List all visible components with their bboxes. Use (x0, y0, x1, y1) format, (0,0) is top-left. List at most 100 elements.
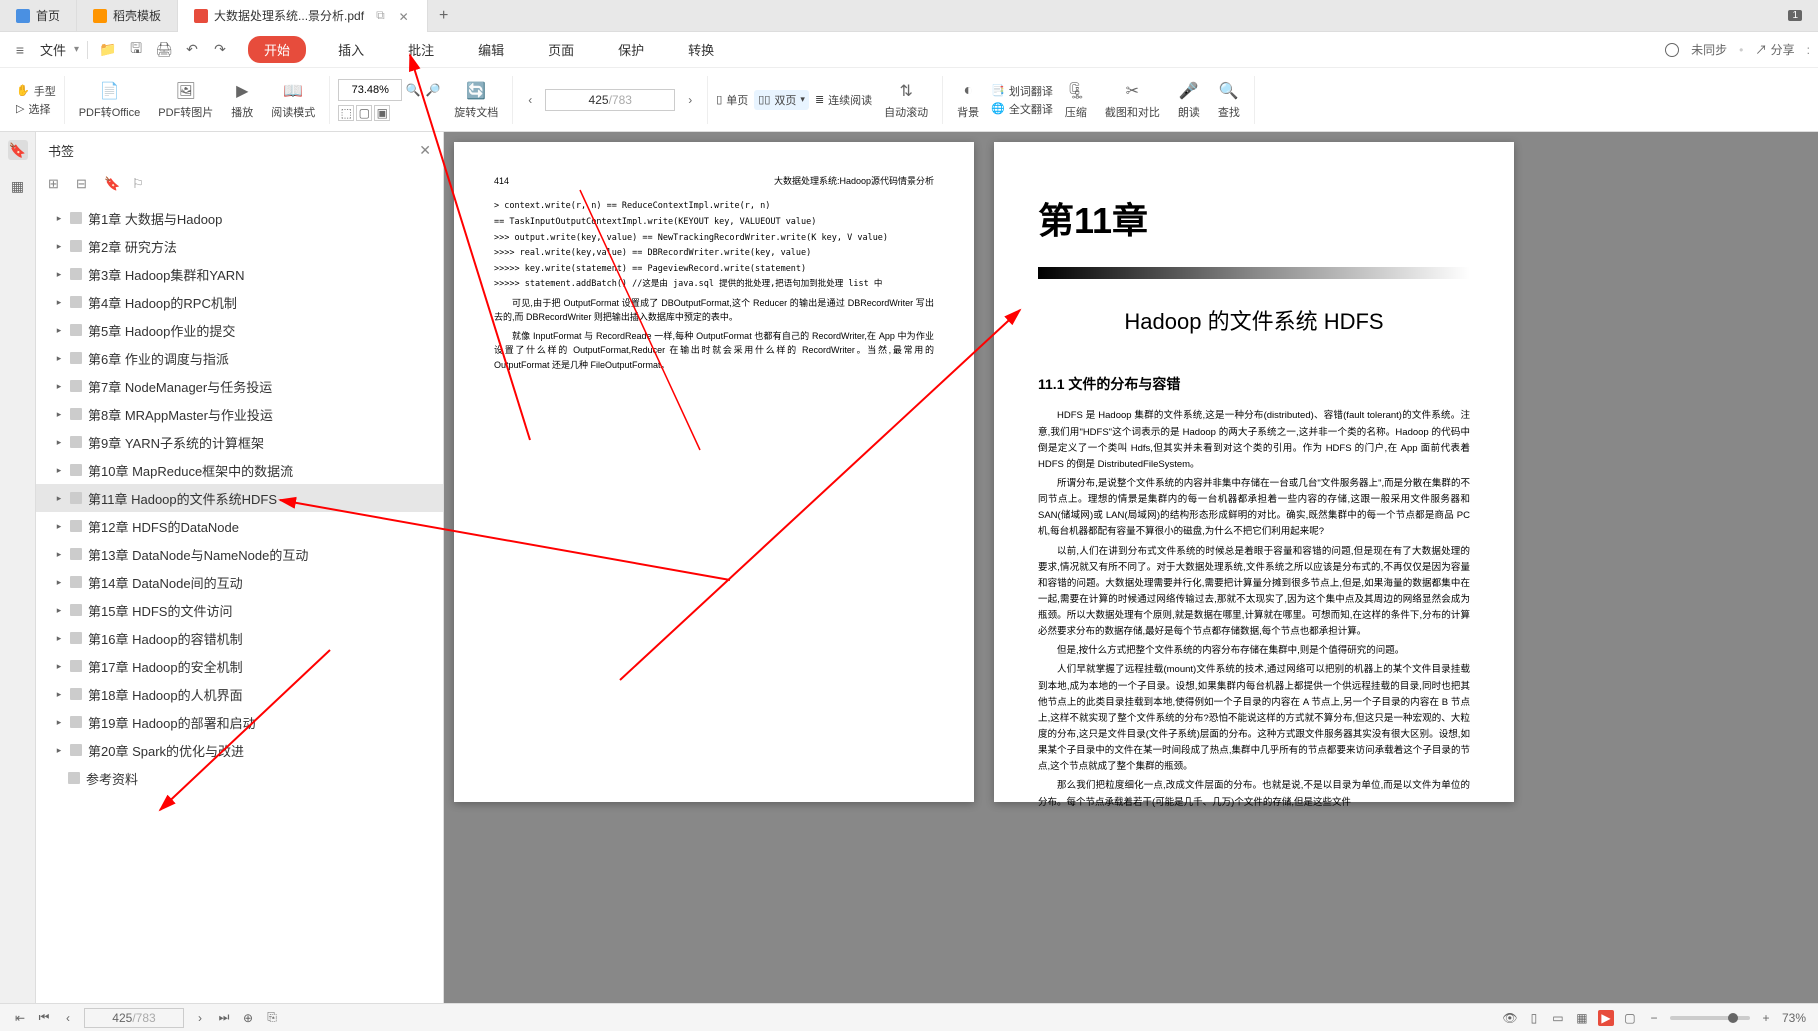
bookmark-item[interactable]: ▸第13章 DataNode与NameNode的互动 (36, 540, 443, 568)
thumbnail-rail-icon[interactable]: ▦ (8, 176, 28, 196)
bookmark-item-ref[interactable]: 参考资料 (36, 764, 443, 792)
expand-icon[interactable]: ▸ (54, 577, 64, 587)
bookmark-item[interactable]: ▸第6章 作业的调度与指派 (36, 344, 443, 372)
fit-page-icon[interactable]: ▢ (356, 105, 372, 121)
view-mode-1-icon[interactable]: ▯ (1526, 1010, 1542, 1026)
bookmark-item[interactable]: ▸第2章 研究方法 (36, 232, 443, 260)
expand-icon[interactable]: ▸ (54, 689, 64, 699)
read-mode-button[interactable]: 📖阅读模式 (265, 76, 321, 124)
bookmark-item[interactable]: ▸第15章 HDFS的文件访问 (36, 596, 443, 624)
share-button[interactable]: ↗ 分享 (1755, 41, 1794, 58)
pdf-to-image-button[interactable]: 🖼PDF转图片 (152, 76, 219, 124)
bookmark-item[interactable]: ▸第4章 Hadoop的RPC机制 (36, 288, 443, 316)
print-icon[interactable]: 🖨 (152, 38, 176, 62)
presentation-icon[interactable]: ▢ (1622, 1010, 1638, 1026)
expand-icon[interactable]: ▸ (54, 717, 64, 727)
tab-duplicate-icon[interactable]: ⧉ (376, 8, 385, 23)
ribbon-tab-annotate[interactable]: 批注 (396, 36, 446, 63)
tab-pdf[interactable]: 大数据处理系统...景分析.pdf ⧉ ✕ (178, 0, 428, 32)
undo-icon[interactable]: ↶ (180, 38, 204, 62)
bookmark-item[interactable]: ▸第8章 MRAppMaster与作业投运 (36, 400, 443, 428)
ribbon-tab-insert[interactable]: 插入 (326, 36, 376, 63)
expand-icon[interactable]: ▸ (54, 605, 64, 615)
bookmark-item[interactable]: ▸第9章 YARN子系统的计算框架 (36, 428, 443, 456)
expand-icon[interactable]: ▸ (54, 633, 64, 643)
tab-template[interactable]: 稻壳模板 (77, 0, 178, 32)
collapse-all-icon[interactable]: ⊟ (76, 176, 92, 192)
zoom-slider[interactable] (1670, 1016, 1750, 1020)
fit-width-icon[interactable]: ⬚ (338, 105, 354, 121)
save-icon[interactable]: 🖫 (124, 38, 148, 62)
prev-page-icon[interactable]: ‹ (60, 1010, 76, 1026)
auto-scroll-button[interactable]: ⇅自动滚动 (878, 76, 934, 124)
expand-icon[interactable]: ▸ (54, 409, 64, 419)
ribbon-tab-convert[interactable]: 转换 (676, 36, 726, 63)
ribbon-tab-start[interactable]: 开始 (248, 36, 306, 63)
bookmark-item[interactable]: ▸第7章 NodeManager与任务投运 (36, 372, 443, 400)
compress-button[interactable]: 🗜压缩 (1059, 76, 1093, 124)
expand-icon[interactable]: ▸ (54, 549, 64, 559)
next-page-icon[interactable]: › (681, 91, 699, 109)
bookmark-rail-icon[interactable]: 🔖 (8, 140, 28, 160)
expand-icon[interactable]: ▸ (54, 353, 64, 363)
expand-icon[interactable]: ▸ (54, 465, 64, 475)
page-input[interactable]: 425/783 (545, 89, 675, 111)
add-page-icon[interactable]: ⊕ (240, 1010, 256, 1026)
play-button[interactable]: ▶播放 (225, 76, 259, 124)
bookmark-icon[interactable]: ⚐ (132, 176, 148, 192)
continuous-button[interactable]: ≣连续阅读 (815, 92, 872, 108)
expand-icon[interactable]: ▸ (54, 269, 64, 279)
tab-home[interactable]: 首页 (0, 0, 77, 32)
next-page-icon[interactable]: › (192, 1010, 208, 1026)
bookmark-item[interactable]: ▸第17章 Hadoop的安全机制 (36, 652, 443, 680)
bookmark-item[interactable]: ▸第11章 Hadoop的文件系统HDFS (36, 484, 443, 512)
add-bookmark-icon[interactable]: 🔖 (104, 176, 120, 192)
expand-icon[interactable]: ▸ (54, 661, 64, 671)
last-page-icon[interactable]: ⏭ (216, 1010, 232, 1026)
find-button[interactable]: 🔍查找 (1212, 76, 1246, 124)
double-page-button[interactable]: ▯▯双页▾ (754, 90, 809, 110)
expand-all-icon[interactable]: ⊞ (48, 176, 64, 192)
expand-icon[interactable]: ▸ (54, 213, 64, 223)
expand-icon[interactable]: ▸ (54, 241, 64, 251)
hamburger-icon[interactable]: ≡ (8, 38, 32, 62)
actual-size-icon[interactable]: ▣ (374, 105, 390, 121)
bookmark-item[interactable]: ▸第1章 大数据与Hadoop (36, 204, 443, 232)
pdf-viewer[interactable]: 414 大数据处理系统:Hadoop源代码情景分析 > context.writ… (444, 132, 1818, 1003)
more-icon[interactable]: ⎘ (264, 1010, 280, 1026)
open-icon[interactable]: 📁 (96, 38, 120, 62)
zoom-in-icon[interactable]: 🔎 (424, 81, 442, 99)
expand-icon[interactable]: ▸ (54, 493, 64, 503)
bookmark-item[interactable]: ▸第12章 HDFS的DataNode (36, 512, 443, 540)
first-page-icon[interactable]: ⏮ (36, 1010, 52, 1026)
bookmark-item[interactable]: ▸第3章 Hadoop集群和YARN (36, 260, 443, 288)
tab-close-icon[interactable]: ✕ (399, 10, 411, 22)
select-tool[interactable]: ▷选择 (16, 101, 56, 117)
pdf-to-office-button[interactable]: 📄PDF转Office (73, 76, 147, 124)
word-translate-button[interactable]: 📑划词翻译 (991, 83, 1053, 99)
ribbon-tab-page[interactable]: 页面 (536, 36, 586, 63)
expand-icon[interactable]: ▸ (54, 297, 64, 307)
bookmark-item[interactable]: ▸第14章 DataNode间的互动 (36, 568, 443, 596)
background-button[interactable]: ◐背景 (951, 76, 985, 124)
screenshot-button[interactable]: ✂截图和对比 (1099, 76, 1166, 124)
ribbon-tab-protect[interactable]: 保护 (606, 36, 656, 63)
eye-icon[interactable]: 👁 (1502, 1010, 1518, 1026)
collapse-icon[interactable]: ⇤ (12, 1010, 28, 1026)
zoom-in-status-icon[interactable]: + (1758, 1010, 1774, 1026)
full-translate-button[interactable]: 🌐全文翻译 (991, 101, 1053, 117)
redo-icon[interactable]: ↷ (208, 38, 232, 62)
file-menu[interactable]: 文件 (36, 40, 70, 59)
play-status-icon[interactable]: ▶ (1598, 1010, 1614, 1026)
read-aloud-button[interactable]: 🎤朗读 (1172, 76, 1206, 124)
zoom-input[interactable] (338, 79, 402, 101)
zoom-slider-thumb[interactable] (1728, 1013, 1738, 1023)
expand-icon[interactable]: ▸ (54, 745, 64, 755)
view-mode-2-icon[interactable]: ▭ (1550, 1010, 1566, 1026)
close-panel-icon[interactable]: ✕ (419, 142, 431, 159)
bookmark-item[interactable]: ▸第10章 MapReduce框架中的数据流 (36, 456, 443, 484)
zoom-out-status-icon[interactable]: − (1646, 1010, 1662, 1026)
prev-page-icon[interactable]: ‹ (521, 91, 539, 109)
expand-icon[interactable]: ▸ (54, 325, 64, 335)
sync-status[interactable]: 未同步 (1691, 41, 1727, 58)
